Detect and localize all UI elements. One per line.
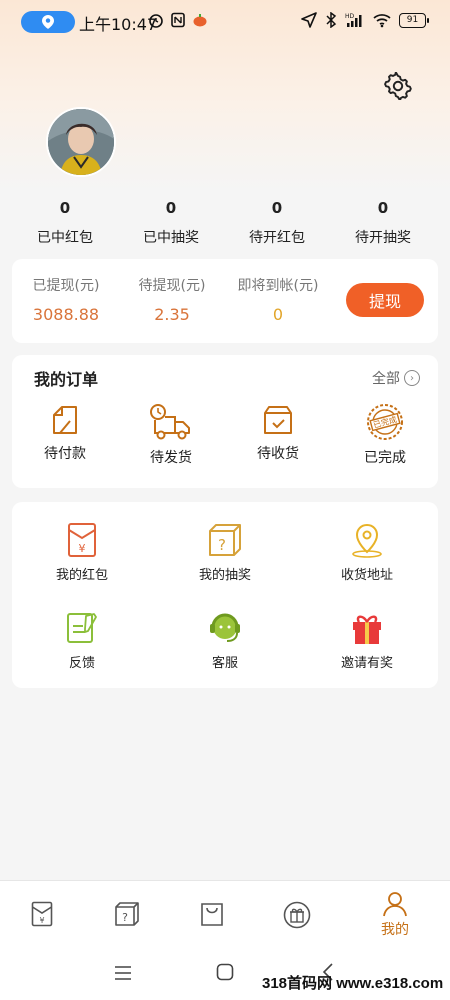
gift-icon [283, 901, 311, 929]
order-label: 待发货 [150, 450, 192, 466]
service-label: 收货地址 [340, 568, 393, 583]
pending-label: 待提现(元) [138, 278, 206, 294]
svg-text:?: ? [218, 536, 226, 554]
service-label: 邀请有奖 [340, 656, 393, 671]
delivery-truck-icon [150, 404, 190, 440]
battery-level: 91 [406, 15, 419, 25]
pending-value: 2.35 [154, 305, 190, 324]
location-pin-icon [352, 523, 382, 558]
alarm-icon [149, 14, 163, 28]
nav-profile[interactable]: 我的 [365, 891, 425, 939]
order-pending-payment[interactable]: 待付款 [20, 403, 110, 463]
nav-red-packets[interactable]: ¥ [12, 901, 72, 927]
wifi-icon [373, 14, 391, 28]
user-avatar[interactable] [46, 107, 116, 177]
signal-icon: HD [345, 13, 362, 27]
stat-label: 已中红包 [37, 230, 93, 246]
chevron-right-icon: › [404, 370, 420, 386]
stat-value: 0 [377, 199, 389, 217]
pending-column: 待提现(元) 2.35 [134, 275, 210, 324]
completed-stamp-icon: 已完成 [367, 404, 403, 440]
watermark-text: 318首码网 www.e318.com [262, 975, 444, 992]
nav-gifts[interactable] [267, 901, 327, 929]
menu-icon[interactable] [114, 965, 132, 981]
profile-icon [383, 892, 407, 917]
withdraw-button[interactable]: 提现 [346, 283, 424, 317]
avatar-image [48, 109, 114, 175]
stat-pending-lotteries[interactable]: 0 待开抽奖 [330, 197, 436, 247]
service-invite-reward[interactable]: 邀请有奖 [307, 610, 427, 671]
location-pill [21, 11, 75, 33]
stat-value: 0 [271, 199, 283, 217]
nav-lottery[interactable]: ? [97, 901, 157, 927]
stats-row: 0 已中红包 0 已中抽奖 0 待开红包 0 待开抽奖 [0, 197, 450, 247]
service-label: 我的红包 [55, 568, 108, 583]
service-my-lotteries[interactable]: ? 我的抽奖 [165, 522, 285, 583]
service-label: 客服 [211, 656, 238, 671]
wallet-card: 已提现(元) 3088.88 待提现(元) 2.35 即将到帐(元) 0 提现 [12, 259, 438, 343]
mystery-box-icon: ? [115, 902, 139, 926]
withdrawn-label: 已提现(元) [32, 278, 100, 294]
orders-view-all[interactable]: 全部 › [372, 368, 420, 388]
service-label: 我的抽奖 [198, 568, 251, 583]
package-box-icon [264, 406, 292, 434]
incoming-column: 即将到帐(元) 0 [233, 275, 323, 324]
home-icon[interactable] [216, 963, 234, 981]
stat-won-red-packets[interactable]: 0 已中红包 [12, 197, 118, 247]
svg-text:HD: HD [345, 13, 355, 20]
status-bar: 上午10:47 HD 91 [0, 0, 450, 44]
clock-time: 上午10:47 [79, 15, 158, 34]
red-envelope-icon: ¥ [31, 901, 53, 927]
service-my-red-packets[interactable]: ¥ 我的红包 [22, 522, 142, 583]
incoming-label: 即将到帐(元) [237, 278, 319, 294]
service-label: 反馈 [68, 656, 95, 671]
feedback-icon [67, 613, 97, 643]
incoming-value: 0 [272, 305, 284, 324]
battery-indicator: 91 [399, 12, 429, 28]
navigation-arrow-icon [301, 12, 317, 28]
stat-label: 待开抽奖 [355, 230, 411, 246]
app-notification-icon [193, 14, 207, 27]
withdrawn-column: 已提现(元) 3088.88 [28, 275, 104, 324]
mystery-box-icon: ? [209, 524, 241, 556]
services-card: ¥ 我的红包 ? 我的抽奖 收货地址 反馈 客服 邀请有奖 [12, 502, 438, 688]
nav-shop[interactable] [182, 901, 242, 927]
order-label: 待付款 [44, 446, 86, 462]
stat-label: 待开红包 [249, 230, 305, 246]
stat-value: 0 [165, 199, 177, 217]
settings-gear-icon[interactable] [384, 72, 412, 100]
red-envelope-icon: ¥ [68, 523, 96, 557]
svg-text:¥: ¥ [39, 916, 44, 925]
service-feedback[interactable]: 反馈 [22, 610, 142, 671]
order-pending-shipment[interactable]: 待发货 [126, 403, 216, 467]
customer-service-icon [210, 613, 240, 642]
gift-icon [353, 615, 381, 644]
orders-card: 我的订单 全部 › 待付款 待发货 待收货 已完成 已完成 [12, 355, 438, 488]
svg-text:¥: ¥ [79, 542, 86, 555]
service-shipping-address[interactable]: 收货地址 [307, 522, 427, 583]
order-label: 已完成 [364, 450, 406, 466]
bluetooth-icon [326, 12, 337, 28]
location-icon [42, 15, 54, 29]
stat-won-lotteries[interactable]: 0 已中抽奖 [118, 197, 224, 247]
order-label: 待收货 [257, 446, 299, 462]
stat-pending-red-packets[interactable]: 0 待开红包 [224, 197, 330, 247]
bottom-navigation: ¥ ? 我的 [0, 880, 450, 946]
order-pending-receipt[interactable]: 待收货 [233, 403, 323, 463]
service-customer-service[interactable]: 客服 [165, 610, 285, 671]
stat-value: 0 [59, 199, 71, 217]
wallet-icon [53, 406, 77, 434]
nav-label-profile: 我的 [381, 922, 409, 938]
nfc-icon [171, 12, 185, 28]
order-completed[interactable]: 已完成 已完成 [340, 403, 430, 467]
svg-text:?: ? [122, 911, 128, 924]
orders-title: 我的订单 [34, 370, 99, 389]
stat-label: 已中抽奖 [143, 230, 199, 246]
shopping-bag-icon [201, 903, 223, 926]
withdrawn-value: 3088.88 [32, 305, 100, 324]
view-all-label: 全部 [372, 371, 400, 387]
